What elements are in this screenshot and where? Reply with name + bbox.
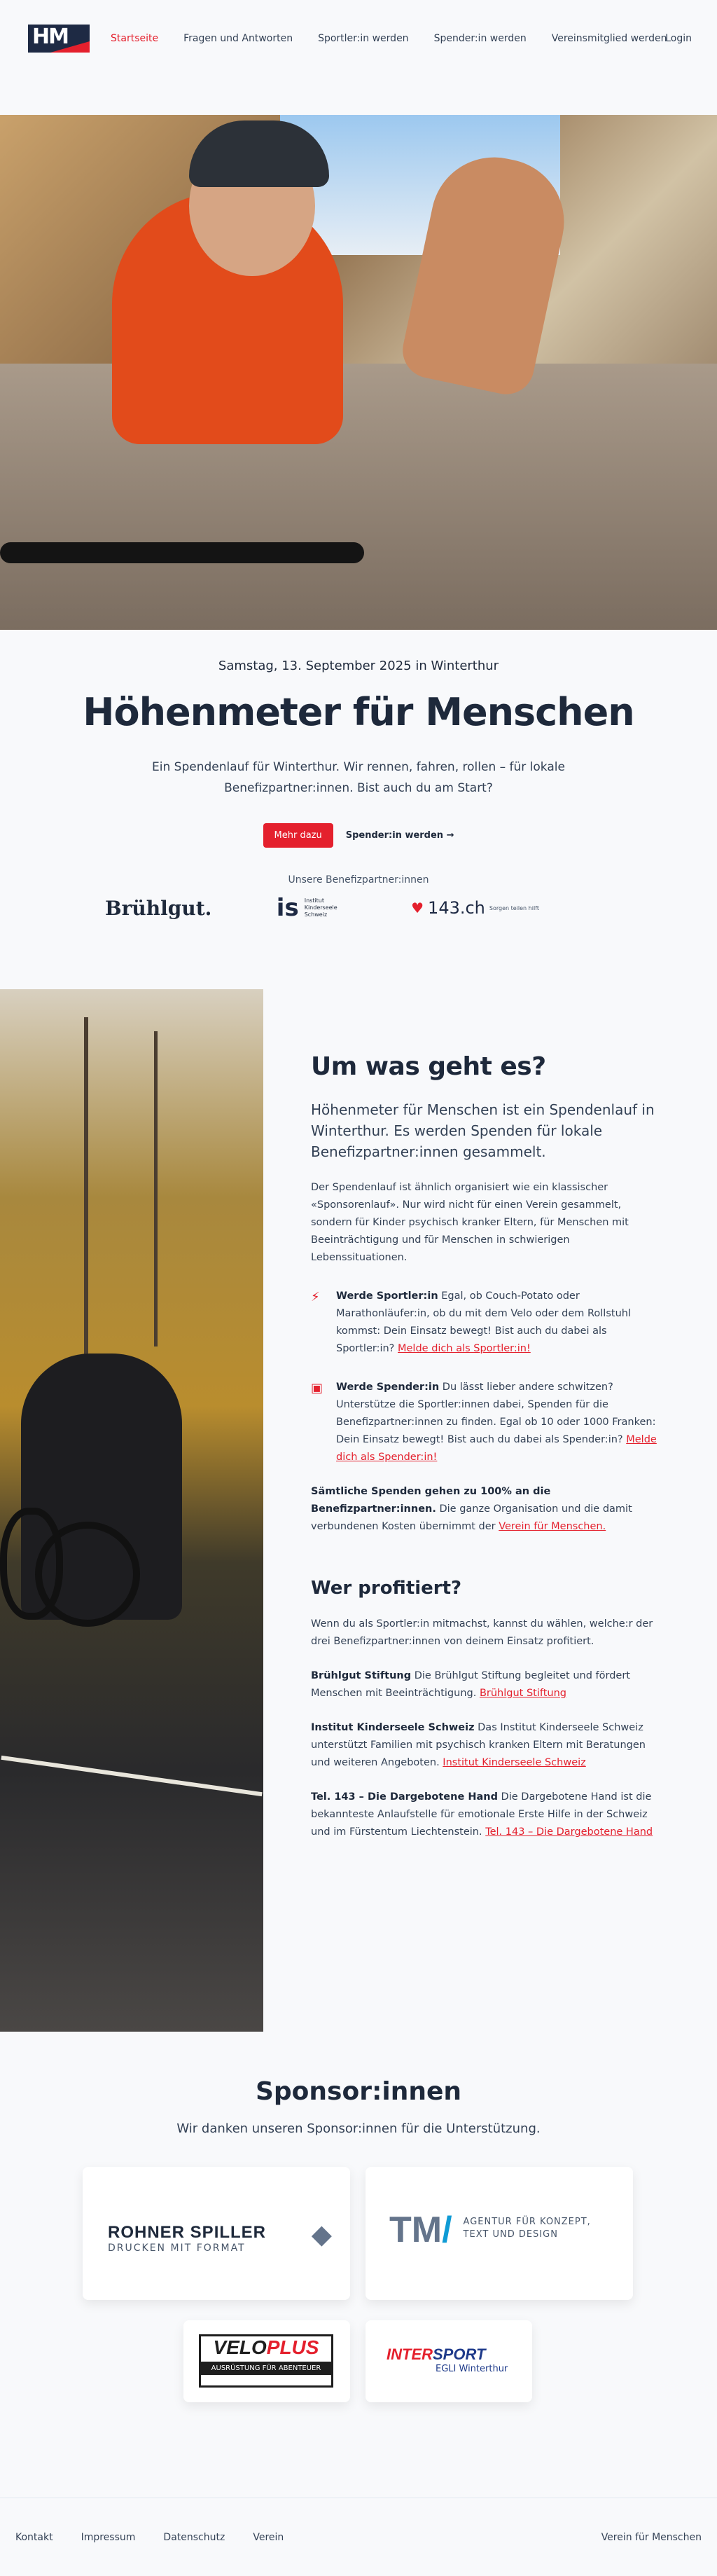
intersport-name: INTERSPORT (387, 2346, 486, 2363)
hero-image (0, 115, 717, 630)
tel143-text: 143.ch (428, 898, 485, 918)
about-section: Um was geht es? Höhenmeter für Menschen … (0, 989, 717, 2032)
tel143-link[interactable]: Tel. 143 – Die Dargebotene Hand (485, 1826, 653, 1838)
beneficiary-tel143: Tel. 143 – Die Dargebotene Hand Die Darg… (311, 1789, 661, 1841)
event-date: Samstag, 13. September 2025 in Winterthu… (218, 659, 499, 673)
verein-link[interactable]: Verein für Menschen. (499, 1521, 606, 1532)
sponsors-header: Sponsor:innen Wir danken unseren Sponsor… (0, 2077, 717, 2136)
top-nav: HM Startseite Fragen und Antworten Sport… (0, 0, 717, 77)
site-logo[interactable]: HM (28, 25, 90, 53)
rohner-name: ROHNER SPILLER (108, 2223, 267, 2242)
cyclist-image (0, 989, 263, 2032)
page-title: Höhenmeter für Menschen (83, 690, 634, 734)
feature-sportler: ⚡ Werde Sportler:in Egal, ob Couch-Potat… (311, 1288, 661, 1358)
footer-link-datenschutz[interactable]: Datenschutz (163, 2532, 225, 2543)
is-text: Institut Kinderseele Schweiz (304, 897, 337, 918)
about-content: Um was geht es? Höhenmeter für Menschen … (311, 989, 661, 1841)
bruehlgut-link[interactable]: Brühlgut Stiftung (480, 1688, 566, 1699)
intersport-sub: EGLI Winterthur (436, 2364, 508, 2374)
heart-icon: ♥ (411, 900, 424, 916)
spender-werden-link[interactable]: Spender:in werden → (346, 830, 454, 841)
nav-item-faq[interactable]: Fragen und Antworten (183, 33, 293, 44)
tel143-sub: Sorgen teilen hilft (489, 904, 539, 911)
about-lead: Höhenmeter für Menschen ist ein Spendenl… (311, 1101, 655, 1160)
tm-mark: TM/ (389, 2210, 452, 2250)
sponsor-card-veloplus[interactable]: VELOPLUS AUSRÜSTUNG FÜR ABENTEUER (183, 2320, 350, 2402)
beneficiary-bruehlgut: Brühlgut Stiftung Die Brühlgut Stiftung … (311, 1667, 661, 1702)
hero-subtitle: Ein Spendenlauf für Winterthur. Wir renn… (152, 760, 565, 795)
mehr-dazu-button[interactable]: Mehr dazu (263, 823, 333, 848)
banknote-icon: ▣ (311, 1381, 323, 1396)
beneficiary-name: Institut Kinderseele Schweiz (311, 1722, 475, 1733)
partner-logos: Brühlgut. is Institut Kinderseele Schwei… (105, 894, 539, 922)
kinderseele-logo[interactable]: is Institut Kinderseele Schweiz (277, 894, 347, 922)
footer-links: Kontakt Impressum Datenschutz Verein (15, 2532, 284, 2543)
sponsors-subtitle: Wir danken unseren Sponsor:innen für die… (176, 2121, 541, 2136)
feature-spender: ▣ Werde Spender:in Du lässt lieber ander… (311, 1379, 661, 1466)
nav-item-startseite[interactable]: Startseite (111, 33, 158, 44)
beneficiaries-intro: Wenn du als Sportler:in mitmachst, kanns… (311, 1618, 653, 1647)
about-heading: Um was geht es? (311, 1052, 546, 1081)
donation-note: Sämtliche Spenden gehen zu 100% an die B… (311, 1483, 661, 1536)
beneficiaries-heading: Wer profitiert? (311, 1578, 462, 1599)
nav-item-spender[interactable]: Spender:in werden (434, 33, 527, 44)
sponsor-card-intersport[interactable]: INTERSPORT EGLI Winterthur (366, 2320, 532, 2402)
rohner-logo-icon: ◆ (311, 2219, 332, 2250)
footer-link-impressum[interactable]: Impressum (81, 2532, 136, 2543)
nav-item-sportler[interactable]: Sportler:in werden (318, 33, 408, 44)
tel143-logo[interactable]: ♥ 143.ch Sorgen teilen hilft (411, 898, 539, 918)
hero-cta-row: Mehr dazu Spender:in werden → (0, 823, 717, 848)
is-mark: is (276, 894, 299, 922)
sportler-link[interactable]: Melde dich als Sportler:in! (398, 1343, 531, 1354)
footer-link-verein[interactable]: Verein (253, 2532, 284, 2543)
partners-label: Unsere Benefizpartner:innen (288, 874, 429, 886)
sportler-title: Werde Sportler:in (336, 1290, 438, 1302)
veloplus-name: VELOPLUS (213, 2336, 319, 2358)
beneficiary-name: Brühlgut Stiftung (311, 1670, 412, 1681)
footer-link-kontakt[interactable]: Kontakt (15, 2532, 53, 2543)
veloplus-sub: AUSRÜSTUNG FÜR ABENTEUER (201, 2362, 331, 2375)
rohner-sub: DRUCKEN MIT FORMAT (108, 2243, 246, 2254)
bruehlgut-logo[interactable]: Brühlgut. (105, 897, 211, 920)
kinderseele-link[interactable]: Institut Kinderseele Schweiz (443, 1757, 585, 1768)
spender-title: Werde Spender:in (336, 1382, 440, 1393)
nav-item-verein[interactable]: Vereinsmitglied werden (552, 33, 667, 44)
about-text: Der Spendenlauf ist ähnlich organisiert … (311, 1182, 629, 1263)
sponsor-card-rohner[interactable]: ROHNER SPILLER DRUCKEN MIT FORMAT ◆ (83, 2167, 350, 2300)
beneficiary-name: Tel. 143 – Die Dargebotene Hand (311, 1791, 498, 1803)
lightning-icon: ⚡ (311, 1290, 320, 1304)
tm-text: AGENTUR FÜR KONZEPT, TEXT UND DESIGN (463, 2217, 591, 2240)
sponsors-heading: Sponsor:innen (255, 2077, 461, 2106)
footer: Kontakt Impressum Datenschutz Verein Ver… (0, 2498, 717, 2576)
main-menu: Startseite Fragen und Antworten Sportler… (111, 33, 667, 44)
footer-verein-name[interactable]: Verein für Menschen (601, 2532, 702, 2543)
sponsor-card-tm[interactable]: TM/ AGENTUR FÜR KONZEPT, TEXT UND DESIGN (366, 2167, 633, 2300)
beneficiary-kinderseele: Institut Kinderseele Schweiz Das Institu… (311, 1719, 661, 1772)
login-link[interactable]: Login (665, 33, 692, 44)
logo-text: HM (32, 25, 69, 49)
